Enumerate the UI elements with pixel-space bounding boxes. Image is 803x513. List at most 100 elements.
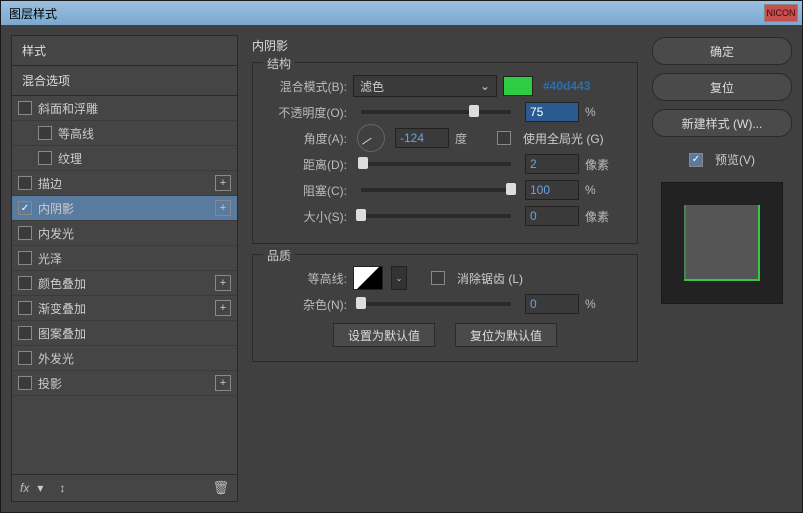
style-item-label: 内发光 bbox=[38, 225, 74, 242]
arrow-up-icon[interactable]: ↕ bbox=[59, 481, 65, 495]
style-checkbox[interactable] bbox=[38, 126, 52, 140]
style-item-label: 颜色叠加 bbox=[38, 275, 86, 292]
style-item-label: 外发光 bbox=[38, 350, 74, 367]
style-item[interactable]: 斜面和浮雕 bbox=[12, 96, 237, 121]
angle-label: 角度(A): bbox=[267, 130, 347, 147]
styles-header[interactable]: 样式 bbox=[12, 36, 237, 66]
style-item[interactable]: ✓ 内阴影 + bbox=[12, 196, 237, 221]
style-item-label: 描边 bbox=[38, 175, 62, 192]
distance-unit: 像素 bbox=[585, 156, 621, 173]
style-item-label: 投影 bbox=[38, 375, 62, 392]
size-slider[interactable] bbox=[361, 214, 511, 218]
noise-slider[interactable] bbox=[361, 302, 511, 306]
noise-unit: % bbox=[585, 297, 621, 311]
choke-slider[interactable] bbox=[361, 188, 511, 192]
trash-icon[interactable]: 🗑 bbox=[212, 480, 229, 496]
style-item-label: 图案叠加 bbox=[38, 325, 86, 342]
global-light-label: 使用全局光 (G) bbox=[523, 130, 604, 147]
opacity-slider[interactable] bbox=[361, 110, 511, 114]
style-item-label: 光泽 bbox=[38, 250, 62, 267]
add-effect-icon[interactable]: + bbox=[215, 300, 231, 316]
style-checkbox[interactable] bbox=[18, 301, 32, 315]
angle-unit: 度 bbox=[455, 130, 491, 147]
preview-checkbox[interactable]: ✓ bbox=[689, 153, 703, 167]
add-effect-icon[interactable]: + bbox=[215, 275, 231, 291]
style-item[interactable]: 图案叠加 bbox=[12, 321, 237, 346]
quality-group: 品质 等高线: ⌄ 消除锯齿 (L) 杂色(N): 0 % 设置为默认值 复位为… bbox=[252, 254, 638, 362]
effect-title: 内阴影 bbox=[252, 37, 638, 54]
size-label: 大小(S): bbox=[267, 208, 347, 225]
choke-input[interactable]: 100 bbox=[525, 180, 579, 200]
contour-label: 等高线: bbox=[267, 270, 347, 287]
global-light-checkbox[interactable] bbox=[497, 131, 511, 145]
make-default-button[interactable]: 设置为默认值 bbox=[333, 323, 435, 347]
style-item-label: 内阴影 bbox=[38, 200, 74, 217]
angle-input[interactable]: -124 bbox=[395, 128, 449, 148]
style-item[interactable]: 描边 + bbox=[12, 171, 237, 196]
style-item[interactable]: 等高线 bbox=[12, 121, 237, 146]
close-button[interactable]: NICON bbox=[764, 4, 798, 22]
style-checkbox[interactable] bbox=[18, 351, 32, 365]
titlebar: 图层样式 NICON bbox=[1, 1, 802, 25]
style-checkbox[interactable] bbox=[18, 251, 32, 265]
add-effect-icon[interactable]: + bbox=[215, 375, 231, 391]
size-input[interactable]: 0 bbox=[525, 206, 579, 226]
opacity-input[interactable]: 75 bbox=[525, 102, 579, 122]
ok-button[interactable]: 确定 bbox=[652, 37, 792, 65]
opacity-unit: % bbox=[585, 105, 621, 119]
style-checkbox[interactable]: ✓ bbox=[18, 201, 32, 215]
distance-label: 距离(D): bbox=[267, 156, 347, 173]
style-item[interactable]: 光泽 bbox=[12, 246, 237, 271]
fx-icon[interactable]: fx bbox=[20, 481, 29, 495]
style-item-label: 斜面和浮雕 bbox=[38, 100, 98, 117]
window-title: 图层样式 bbox=[5, 5, 764, 22]
blend-mode-label: 混合模式(B): bbox=[267, 78, 347, 95]
add-effect-icon[interactable]: + bbox=[215, 175, 231, 191]
style-item-label: 等高线 bbox=[58, 125, 94, 142]
preview-box bbox=[661, 182, 783, 304]
structure-group: 结构 混合模式(B): 滤色⌄ #40d443 不透明度(O): 75 % 角度… bbox=[252, 62, 638, 244]
antialias-label: 消除锯齿 (L) bbox=[457, 270, 523, 287]
style-checkbox[interactable] bbox=[18, 276, 32, 290]
style-item[interactable]: 颜色叠加 + bbox=[12, 271, 237, 296]
distance-slider[interactable] bbox=[361, 162, 511, 166]
size-unit: 像素 bbox=[585, 208, 621, 225]
noise-input[interactable]: 0 bbox=[525, 294, 579, 314]
style-item-label: 纹理 bbox=[58, 150, 82, 167]
style-item[interactable]: 渐变叠加 + bbox=[12, 296, 237, 321]
style-checkbox[interactable] bbox=[18, 176, 32, 190]
blend-options-header[interactable]: 混合选项 bbox=[12, 66, 237, 96]
reset-default-button[interactable]: 复位为默认值 bbox=[455, 323, 557, 347]
fx-menu-icon[interactable]: ▾ bbox=[37, 481, 43, 495]
style-item[interactable]: 投影 + bbox=[12, 371, 237, 396]
blend-mode-select[interactable]: 滤色⌄ bbox=[353, 75, 497, 97]
style-checkbox[interactable] bbox=[18, 226, 32, 240]
opacity-label: 不透明度(O): bbox=[267, 104, 347, 121]
style-item[interactable]: 纹理 bbox=[12, 146, 237, 171]
noise-label: 杂色(N): bbox=[267, 296, 347, 313]
antialias-checkbox[interactable] bbox=[431, 271, 445, 285]
preview-label: 预览(V) bbox=[715, 151, 755, 168]
distance-input[interactable]: 2 bbox=[525, 154, 579, 174]
contour-picker[interactable] bbox=[353, 266, 383, 290]
style-checkbox[interactable] bbox=[18, 101, 32, 115]
add-effect-icon[interactable]: + bbox=[215, 200, 231, 216]
style-item[interactable]: 内发光 bbox=[12, 221, 237, 246]
choke-label: 阻塞(C): bbox=[267, 182, 347, 199]
style-item-label: 渐变叠加 bbox=[38, 300, 86, 317]
styles-panel: 样式 混合选项 斜面和浮雕等高线纹理描边+✓内阴影+内发光光泽颜色叠加+渐变叠加… bbox=[11, 35, 238, 502]
color-hex: #40d443 bbox=[543, 79, 590, 93]
contour-dropdown[interactable]: ⌄ bbox=[391, 266, 407, 290]
choke-unit: % bbox=[585, 183, 621, 197]
structure-legend: 结构 bbox=[263, 55, 295, 72]
quality-legend: 品质 bbox=[263, 247, 295, 264]
cancel-button[interactable]: 复位 bbox=[652, 73, 792, 101]
chevron-down-icon: ⌄ bbox=[480, 79, 490, 93]
style-item[interactable]: 外发光 bbox=[12, 346, 237, 371]
new-style-button[interactable]: 新建样式 (W)... bbox=[652, 109, 792, 137]
color-swatch[interactable] bbox=[503, 76, 533, 96]
style-checkbox[interactable] bbox=[38, 151, 52, 165]
angle-dial[interactable] bbox=[357, 124, 385, 152]
style-checkbox[interactable] bbox=[18, 376, 32, 390]
style-checkbox[interactable] bbox=[18, 326, 32, 340]
